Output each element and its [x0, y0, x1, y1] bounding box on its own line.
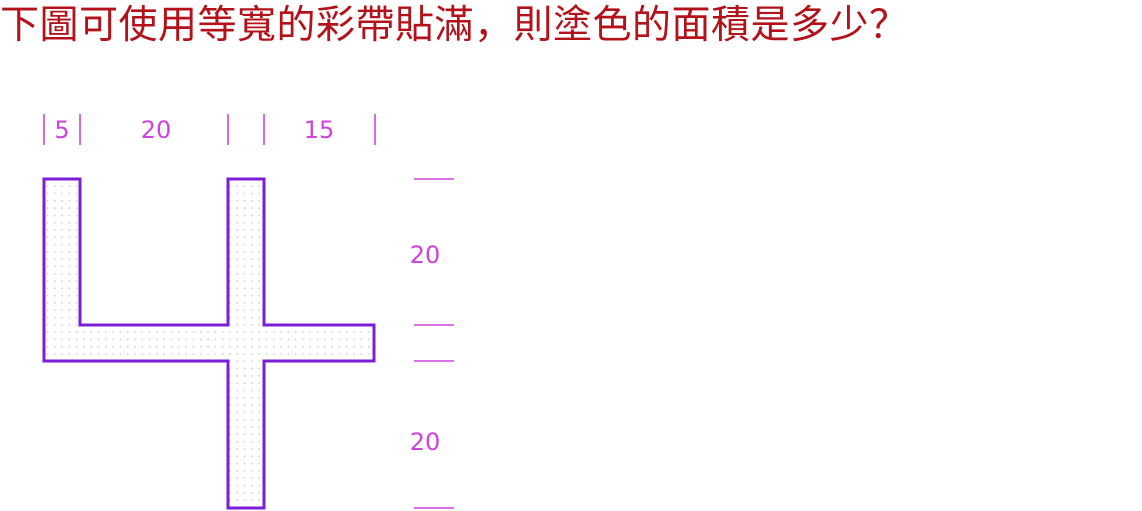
- dimension-label-20-top: 20: [141, 116, 172, 144]
- dimension-label-20-upper: 20: [410, 241, 441, 269]
- dimension-label-5: 5: [54, 116, 69, 144]
- shaded-ribbon-region: [42, 177, 376, 510]
- right-dimension-marks: [414, 178, 454, 509]
- dimension-label-15: 15: [304, 116, 335, 144]
- dimension-label-20-lower: 20: [410, 428, 441, 456]
- ribbon-figure: 5 20 15 20 20: [42, 114, 454, 510]
